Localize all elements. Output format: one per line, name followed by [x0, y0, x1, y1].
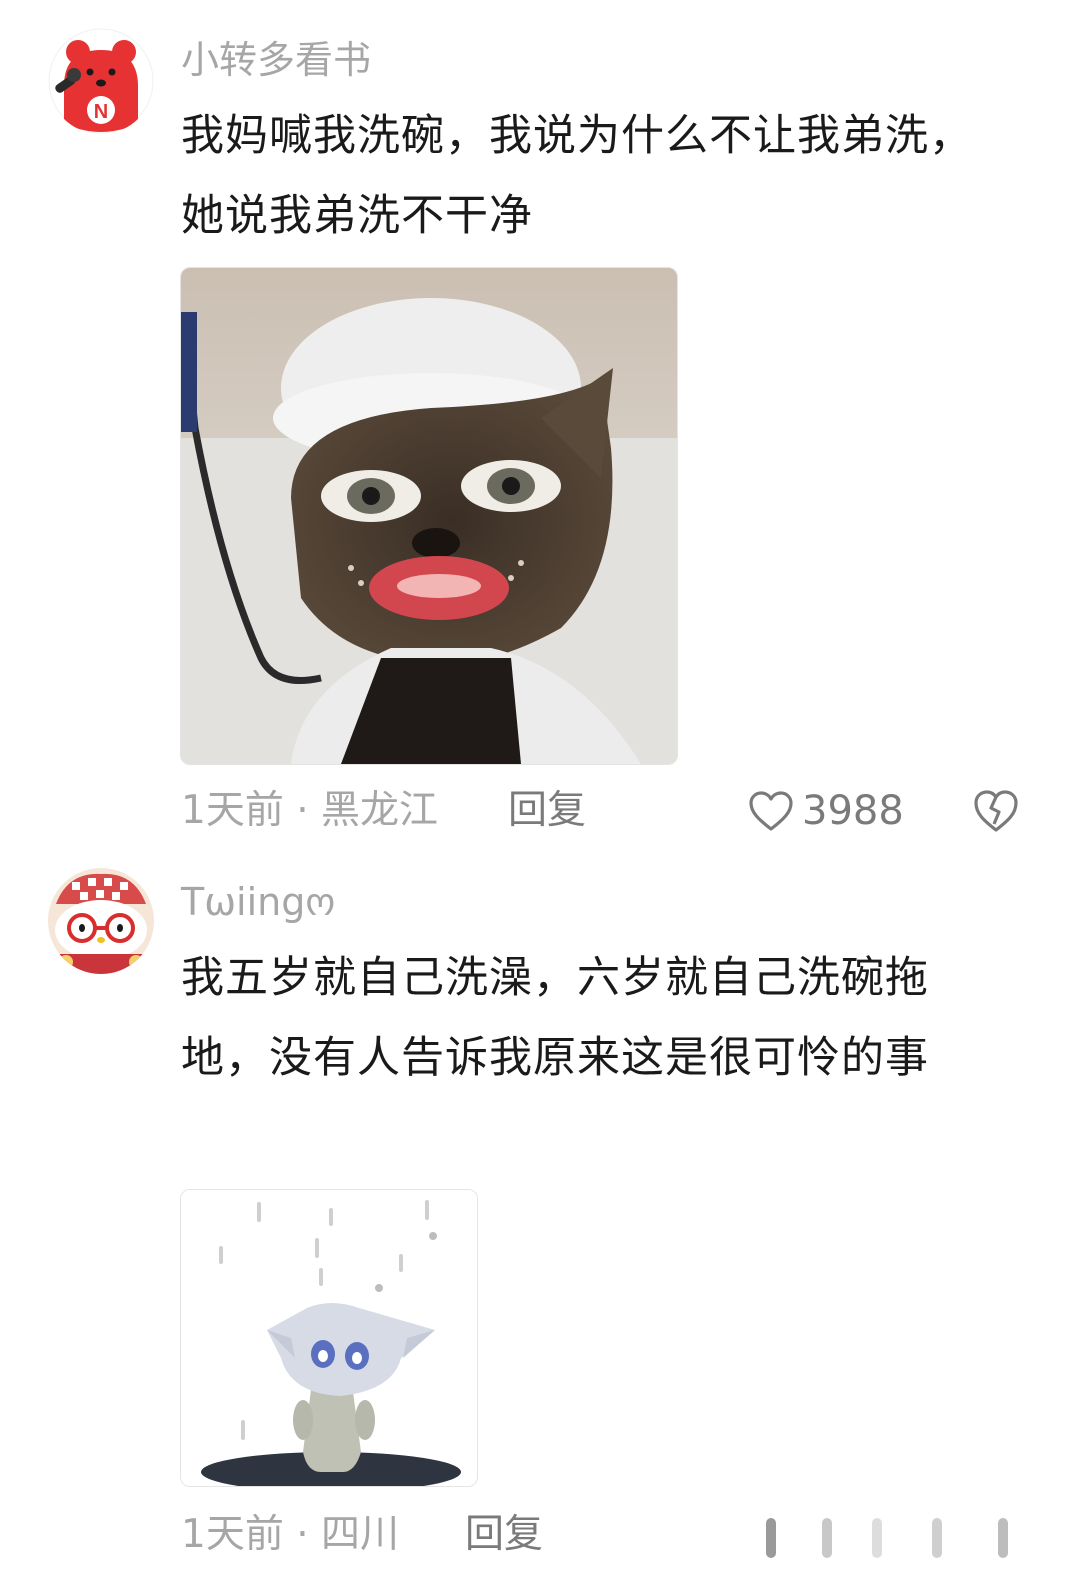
comment-username[interactable]: Tωiingო — [181, 878, 335, 926]
red-bear-avatar-icon: N — [48, 28, 154, 134]
crying-cat-rain-meme-icon — [181, 1190, 477, 1486]
comment-image[interactable] — [180, 1189, 478, 1487]
like-button[interactable]: 3988 — [748, 786, 904, 836]
dislike-button[interactable] — [972, 788, 1020, 836]
comment-text: 我五岁就自己洗澡，六岁就自己洗碗拖地，没有人告诉我原来这是很可怜的事 — [181, 953, 929, 1083]
cat-makeup-meme-icon — [181, 268, 677, 764]
comment-meta: 1天前 · 四川 — [181, 1512, 400, 1557]
comment-meta: 1天前 · 黑龙江 — [181, 788, 439, 833]
user-avatar[interactable]: N — [48, 28, 154, 134]
hello-kitty-avatar-icon — [48, 868, 154, 974]
heart-icon — [749, 791, 793, 831]
like-count: 3988 — [802, 788, 904, 834]
broken-heart-icon — [974, 790, 1018, 832]
user-avatar[interactable] — [48, 868, 154, 974]
reply-button[interactable]: 回复 — [508, 786, 586, 836]
reply-button[interactable]: 回复 — [465, 1510, 543, 1560]
scroll-handle[interactable] — [762, 1512, 1062, 1564]
comment-username[interactable]: 小转多看书 — [181, 36, 371, 84]
comment-image[interactable] — [180, 267, 678, 765]
comment-text: 我妈喊我洗碗，我说为什么不让我弟洗，她说我弟洗不干净 — [181, 111, 973, 241]
svg-text:N: N — [94, 101, 108, 123]
